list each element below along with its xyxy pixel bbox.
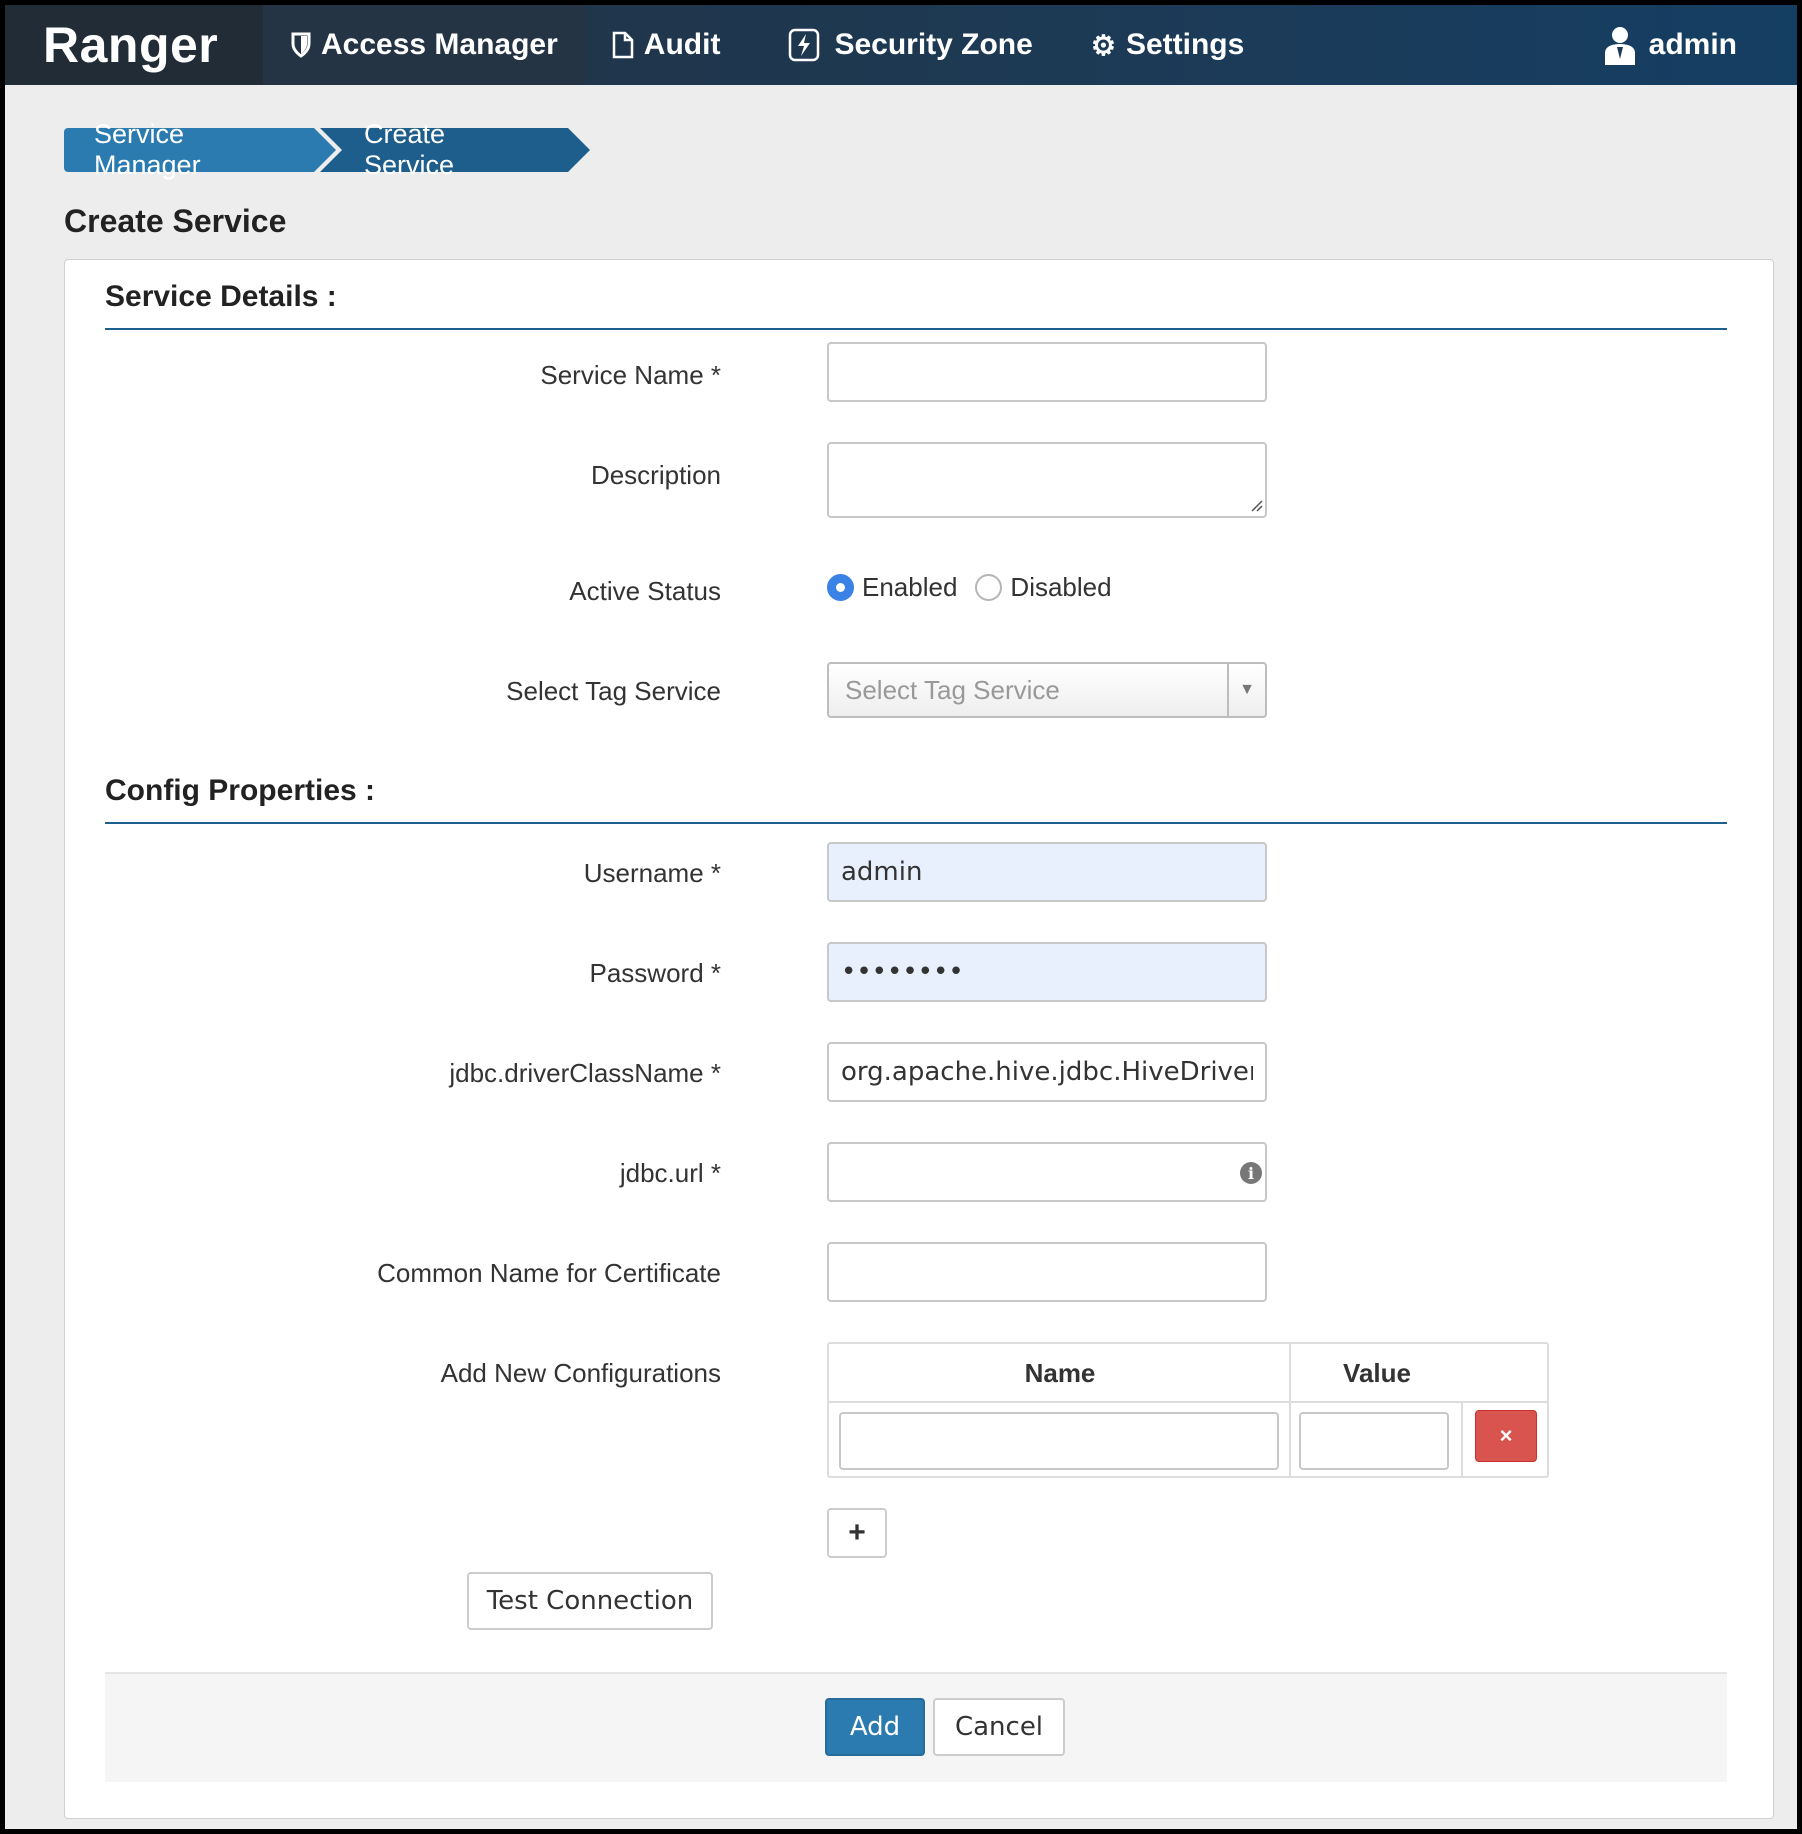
config-value-input[interactable]: [1299, 1412, 1449, 1470]
add-button[interactable]: Add: [825, 1698, 925, 1756]
username-label: Username *: [583, 858, 721, 888]
enabled-radio[interactable]: [827, 574, 854, 601]
password-label: Password *: [589, 958, 722, 988]
test-connection-button[interactable]: Test Connection: [467, 1572, 713, 1630]
service-name-label: Service Name *: [540, 360, 721, 390]
section-divider: [105, 328, 1727, 330]
active-status-label: Active Status: [569, 576, 721, 606]
tag-service-placeholder: Select Tag Service: [845, 674, 1060, 705]
create-service-form: Service Details : Service Name * Descrip…: [64, 259, 1774, 1819]
shield-icon: [291, 32, 311, 58]
breadcrumb-service-manager[interactable]: Service Manager: [64, 119, 336, 180]
nav-security-zone-label: Security Zone: [834, 28, 1033, 61]
file-icon: [612, 31, 634, 59]
description-textarea[interactable]: [827, 442, 1267, 518]
jdbc-url-input[interactable]: [827, 1142, 1267, 1202]
disabled-radio[interactable]: [975, 574, 1003, 601]
breadcrumb-create-service: Create Service: [320, 119, 590, 180]
cancel-button[interactable]: Cancel: [933, 1698, 1065, 1756]
nav-settings-label: Settings: [1125, 28, 1245, 61]
service-details-heading: Service Details :: [105, 280, 337, 313]
form-actions-bar: Add Cancel: [105, 1672, 1727, 1782]
brand-logo[interactable]: Ranger: [5, 5, 263, 85]
delete-config-button[interactable]: ×: [1475, 1410, 1537, 1462]
enabled-radio-label[interactable]: Enabled: [862, 572, 957, 603]
page-title: Create Service: [64, 203, 287, 239]
breadcrumb: Service Manager Create Service: [64, 119, 590, 180]
tag-service-select[interactable]: Select Tag Service ▼: [827, 662, 1267, 718]
user-menu[interactable]: admin: [1575, 5, 1797, 85]
nav-audit-label: Audit: [643, 28, 721, 61]
common-name-input[interactable]: [827, 1242, 1267, 1302]
nav-audit[interactable]: Audit: [586, 5, 749, 85]
user-label: admin: [1648, 28, 1737, 61]
nav-access-manager[interactable]: Access Manager: [263, 5, 586, 85]
common-name-label: Common Name for Certificate: [377, 1258, 721, 1288]
config-value-header: Value: [1343, 1357, 1411, 1388]
password-input[interactable]: [827, 942, 1267, 1002]
description-label: Description: [590, 460, 721, 490]
nav-settings[interactable]: ⚙ Settings: [1061, 5, 1272, 85]
new-config-label: Add New Configurations: [440, 1358, 721, 1388]
username-input[interactable]: [827, 842, 1267, 902]
jdbc-driver-label: jdbc.driverClassName *: [449, 1058, 721, 1088]
jdbc-driver-input[interactable]: [827, 1042, 1267, 1102]
tag-service-label: Select Tag Service: [506, 676, 721, 706]
add-config-button[interactable]: +: [827, 1508, 887, 1558]
config-properties-heading: Config Properties :: [105, 774, 376, 807]
section-divider: [105, 822, 1727, 824]
table-divider: [1289, 1344, 1291, 1476]
dropdown-arrow-icon[interactable]: ▼: [1227, 664, 1265, 716]
table-divider: [1461, 1401, 1463, 1476]
app-frame: Ranger Access Manager Audit Security Zon…: [5, 5, 1797, 1829]
info-icon[interactable]: i: [1240, 1162, 1262, 1184]
top-navbar: Ranger Access Manager Audit Security Zon…: [5, 5, 1797, 85]
active-status-radios: Enabled Disabled: [827, 572, 1130, 603]
user-icon: [1603, 25, 1637, 65]
disabled-radio-label[interactable]: Disabled: [1010, 572, 1111, 603]
resize-grip-icon[interactable]: [1251, 500, 1263, 512]
nav-access-manager-label: Access Manager: [321, 28, 558, 61]
config-name-input[interactable]: [839, 1412, 1279, 1470]
service-name-input[interactable]: [827, 342, 1267, 402]
table-divider: [829, 1401, 1547, 1403]
config-table: Name Value ×: [827, 1342, 1549, 1478]
gear-icon: ⚙: [1090, 29, 1116, 61]
config-name-header: Name: [1024, 1357, 1096, 1388]
jdbc-url-label: jdbc.url *: [619, 1158, 721, 1188]
nav-security-zone[interactable]: Security Zone: [748, 5, 1060, 85]
lightning-icon: [788, 28, 820, 62]
